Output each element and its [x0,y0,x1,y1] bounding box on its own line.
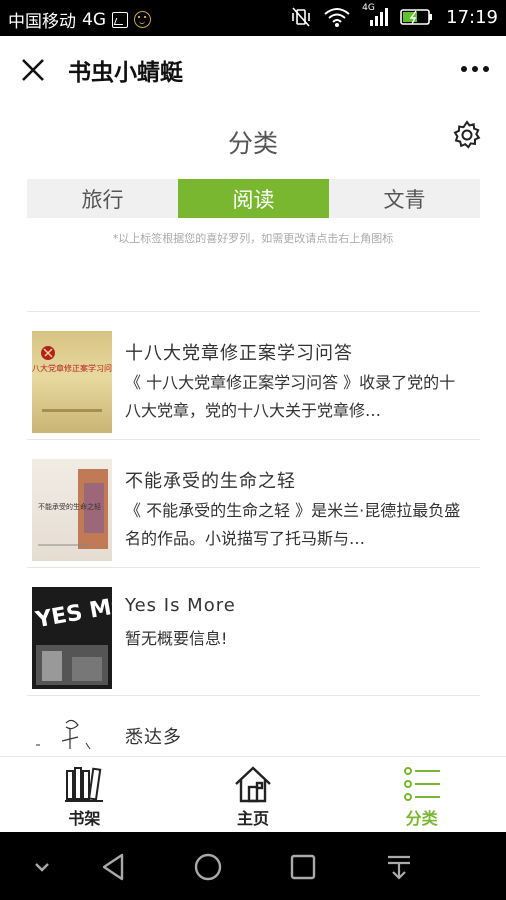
app-title: 书虫小蜻蜓 [68,60,183,86]
book-list: 十八大党章修正案学习问答 十八大党章修正案学习问答 《 十八大党章修正案学习问答… [27,311,480,756]
system-nav-bar [0,832,506,900]
nav-home[interactable]: 主页 [169,757,338,832]
battery-icon [400,9,433,25]
image-notification-icon [112,11,128,28]
cover-title-text: 不能承受的生命之轻 [38,502,101,511]
status-time: 17:19 [446,6,498,28]
book-title: Yes Is More [125,595,236,616]
home-circle-icon[interactable] [191,850,225,884]
book-description: 《 十八大党章修正案学习问答 》收录了党的十八大党章，党的十八大关于党章修… [125,373,456,420]
more-button[interactable] [458,58,492,80]
cover-title-text: 十八大党章修正案学习问答 [32,363,112,373]
tab-reading[interactable]: 阅读 [178,179,329,218]
book-list-item[interactable]: YES MORE Yes Is More 暂无概要信息! [27,568,480,696]
carrier-label: 中国移动 [8,12,76,32]
page-title: 分类 [227,129,278,158]
notification-pull-icon[interactable] [382,850,416,884]
category-list-icon [403,767,440,801]
wifi-icon [324,8,350,27]
book-title: 不能承受的生命之轻 [125,471,296,492]
category-tabs: 旅行 阅读 文青 [27,179,480,218]
bookshelf-icon [65,767,104,802]
book-title: 悉达多 [125,727,182,748]
tag-hint-text: *以上标签根据您的喜好罗列，如需更改请点击右上角图标 [112,232,394,245]
status-left: 中国移动 4G [8,7,151,32]
book-description: 暂无概要信息! [125,629,228,648]
book-list-item[interactable]: 不能承受的生命之轻 不能承受的生命之轻 《 不能承受的生命之轻 》是米兰·昆德拉… [27,440,480,568]
cover-title-text: YES MORE [33,587,112,633]
close-button[interactable] [18,55,48,85]
nav-category[interactable]: 分类 [337,757,506,832]
book-description: 《 不能承受的生命之轻 》是米兰·昆德拉最负盛名的作品。小说描写了托马斯与… [125,501,461,548]
book-cover: YES MORE [32,587,112,689]
nav-label: 主页 [237,809,270,828]
book-list-item[interactable]: 十八大党章修正案学习问答 十八大党章修正案学习问答 《 十八大党章修正案学习问答… [27,312,480,440]
book-cover: 不能承受的生命之轻 [32,459,112,561]
network-label: 4G [82,9,106,30]
book-cover [32,715,112,756]
nav-label: 书架 [68,809,101,828]
emoji-notification-icon [134,11,151,28]
back-icon[interactable] [96,850,130,884]
book-list-item[interactable]: 悉达多 [27,696,480,756]
vibrate-mute-icon [292,7,310,27]
book-title: 十八大党章修正案学习问答 [125,343,353,364]
settings-button[interactable] [452,120,482,150]
status-bar: 中国移动 4G 4G 17:19 [0,0,506,36]
close-icon [22,59,44,81]
tab-literary[interactable]: 文青 [329,179,480,218]
bottom-nav: 书架 主页 分类 [0,756,506,832]
tab-travel[interactable]: 旅行 [27,179,178,218]
nav-label: 分类 [405,809,438,828]
signal-icon: 4G [362,3,389,28]
more-dots-icon [461,66,489,72]
nav-bookshelf[interactable]: 书架 [0,757,169,832]
home-icon [235,766,271,803]
gear-icon [453,120,481,149]
book-cover: 十八大党章修正案学习问答 [32,331,112,433]
chevron-down-icon[interactable] [25,850,59,884]
status-right: 4G 17:19 [290,3,498,28]
title-bar: 书虫小蜻蜓 [0,36,506,102]
recent-apps-icon[interactable] [286,850,320,884]
